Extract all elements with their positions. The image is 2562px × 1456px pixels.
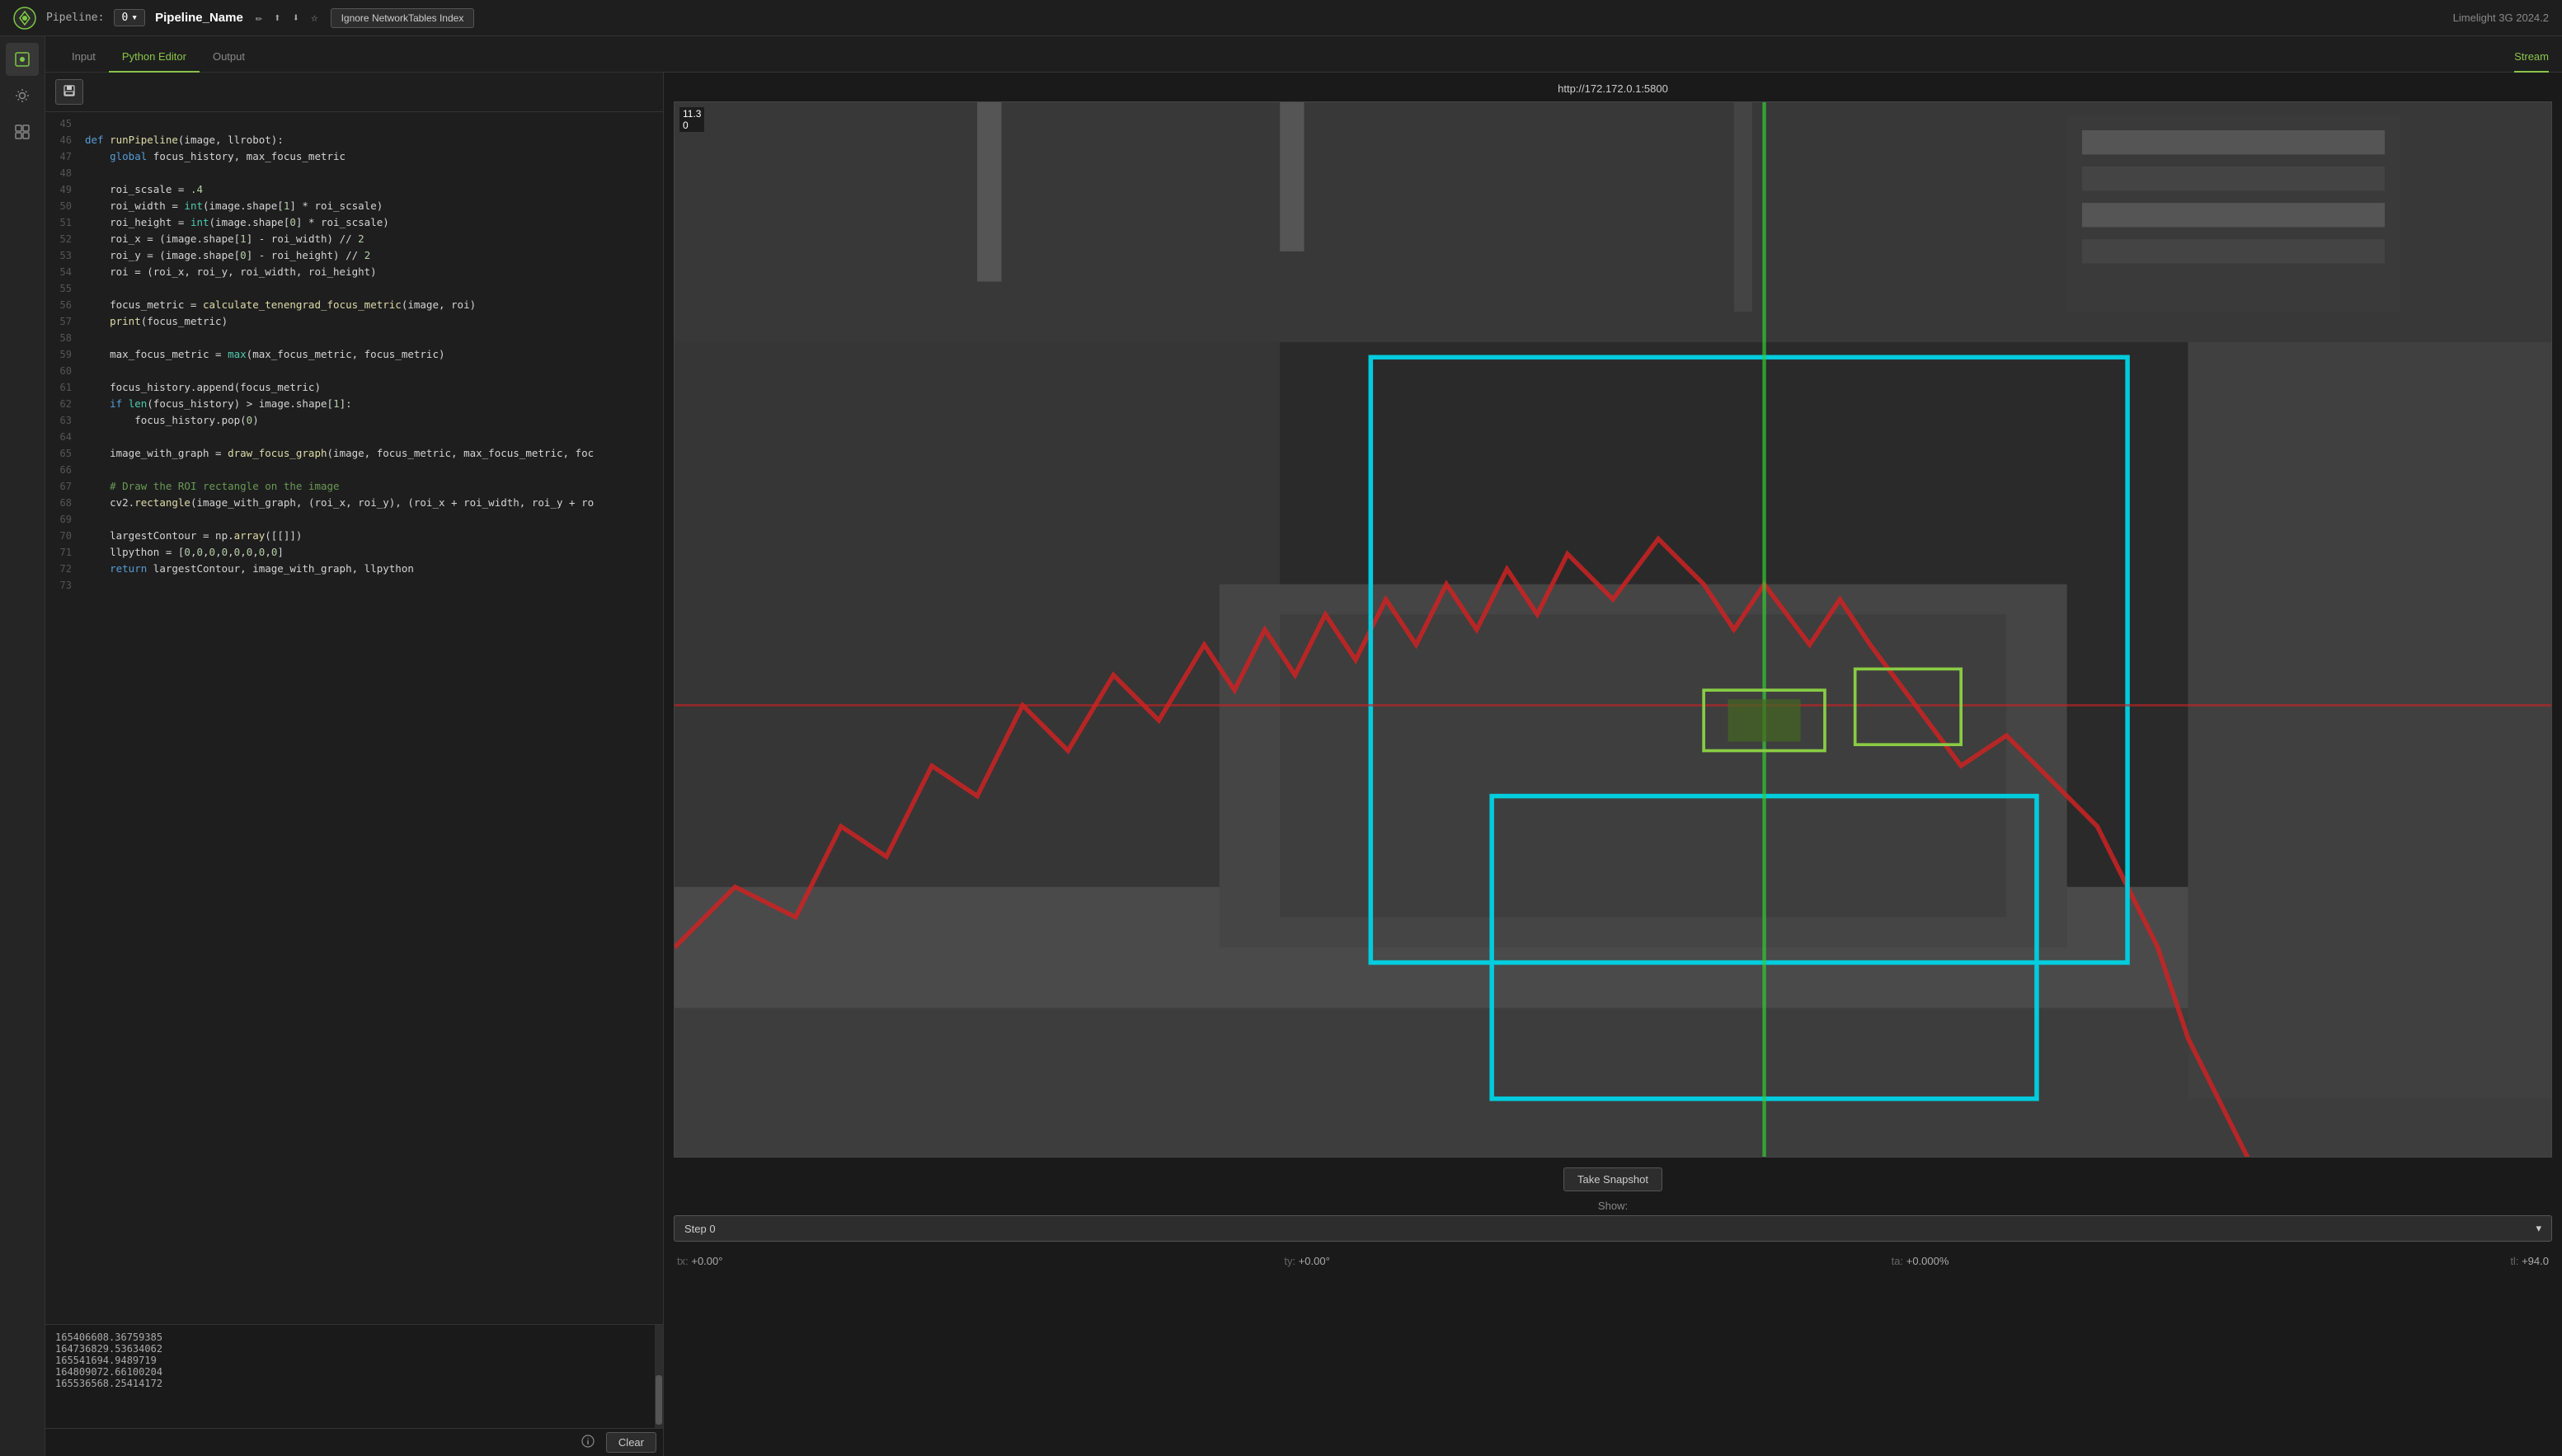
tab-input[interactable]: Input xyxy=(59,42,109,73)
code-line-50: 50 roi_width = int(image.shape[1] * roi_… xyxy=(45,198,663,214)
console-scroll-thumb[interactable] xyxy=(656,1375,662,1425)
main-content: Input Python Editor Output Stream 45 xyxy=(45,36,2562,1456)
info-icon xyxy=(581,1435,595,1448)
console-line-1: 165406608.36759385 xyxy=(55,1332,645,1343)
code-line-47: 47 global focus_history, max_focus_metri… xyxy=(45,148,663,165)
chevron-down-icon: ▾ xyxy=(131,12,138,24)
code-line-48: 48 xyxy=(45,165,663,181)
code-line-61: 61 focus_history.append(focus_metric) xyxy=(45,379,663,396)
gear-icon xyxy=(13,87,31,105)
console-info-button[interactable] xyxy=(576,1432,599,1453)
code-line-67: 67 # Draw the ROI rectangle on the image xyxy=(45,478,663,495)
content-area: 45 46 def runPipeline(image, llrobot): 4… xyxy=(45,73,2562,1456)
code-line-55: 55 xyxy=(45,280,663,297)
clear-console-button[interactable]: Clear xyxy=(606,1432,656,1453)
fps-sub-value: 0 xyxy=(683,120,689,131)
tab-python-editor[interactable]: Python Editor xyxy=(109,42,200,73)
code-line-73: 73 xyxy=(45,577,663,594)
code-line-64: 64 xyxy=(45,429,663,445)
code-line-71: 71 llpython = [0,0,0,0,0,0,0,0] xyxy=(45,544,663,561)
edit-icon[interactable]: ✏ xyxy=(253,9,265,27)
console-line-3: 165541694.9489719 xyxy=(55,1355,645,1366)
code-line-53: 53 roi_y = (image.shape[0] - roi_height)… xyxy=(45,247,663,264)
pipeline-num-value: 0 xyxy=(121,12,128,24)
pipeline-label: Pipeline: xyxy=(46,12,104,24)
code-line-49: 49 roi_scsale = .4 xyxy=(45,181,663,198)
code-line-66: 66 xyxy=(45,462,663,478)
metrics-row: tx: +0.00° ty: +0.00° ta: +0.000% tl: +9… xyxy=(674,1250,2552,1272)
stream-url: http://172.172.0.1:5800 xyxy=(674,82,2552,95)
code-line-69: 69 xyxy=(45,511,663,528)
console-output: 165406608.36759385 164736829.53634062 16… xyxy=(45,1325,655,1428)
metric-ta: ta: +0.000% xyxy=(1892,1255,1949,1267)
ignore-networktables-button[interactable]: Ignore NetworkTables Index xyxy=(331,8,475,28)
code-line-56: 56 focus_metric = calculate_tenengrad_fo… xyxy=(45,297,663,313)
fps-value: 11.3 xyxy=(683,108,701,120)
version-label: Limelight 3G 2024.2 xyxy=(2453,12,2549,24)
sidebar-item-settings[interactable] xyxy=(6,79,39,112)
code-line-60: 60 xyxy=(45,363,663,379)
console-line-4: 164809072.66100204 xyxy=(55,1366,645,1378)
vision-icon xyxy=(13,50,31,68)
sidebar xyxy=(0,36,45,1456)
code-line-51: 51 roi_height = int(image.shape[0] * roi… xyxy=(45,214,663,231)
pipeline-num-selector[interactable]: 0 ▾ xyxy=(114,9,145,26)
code-line-59: 59 max_focus_metric = max(max_focus_metr… xyxy=(45,346,663,363)
code-line-57: 57 print(focus_metric) xyxy=(45,313,663,330)
code-line-72: 72 return largestContour, image_with_gra… xyxy=(45,561,663,577)
logo-icon xyxy=(13,7,36,30)
pipeline-name: Pipeline_Name xyxy=(155,11,243,25)
camera-feed xyxy=(675,102,2551,1157)
console-line-5: 165536568.25414172 xyxy=(55,1378,645,1389)
code-line-58: 58 xyxy=(45,330,663,346)
camera-view: 11.3 0 xyxy=(674,101,2552,1158)
topbar: Pipeline: 0 ▾ Pipeline_Name ✏ ⬆ ⬇ ☆ Igno… xyxy=(0,0,2562,36)
code-editor[interactable]: 45 46 def runPipeline(image, llrobot): 4… xyxy=(45,112,663,1324)
save-icon xyxy=(63,84,76,97)
take-snapshot-button[interactable]: Take Snapshot xyxy=(1563,1167,1662,1191)
metric-tl: tl: +94.0 xyxy=(2510,1255,2549,1267)
code-line-54: 54 roi = (roi_x, roi_y, roi_width, roi_h… xyxy=(45,264,663,280)
step-selector[interactable]: Step 0 ▾ xyxy=(674,1215,2552,1242)
star-icon[interactable]: ☆ xyxy=(308,9,320,27)
chevron-down-icon-step: ▾ xyxy=(2536,1222,2541,1235)
code-line-70: 70 largestContour = np.array([[]]) xyxy=(45,528,663,544)
code-line-46: 46 def runPipeline(image, llrobot): xyxy=(45,132,663,148)
code-line-52: 52 roi_x = (image.shape[1] - roi_width) … xyxy=(45,231,663,247)
show-label: Show: xyxy=(674,1200,2552,1212)
code-line-45: 45 xyxy=(45,115,663,132)
download-icon[interactable]: ⬇ xyxy=(290,9,302,27)
code-line-68: 68 cv2.rectangle(image_with_graph, (roi_… xyxy=(45,495,663,511)
code-line-65: 65 image_with_graph = draw_focus_graph(i… xyxy=(45,445,663,462)
metric-tx: tx: +0.00° xyxy=(677,1255,722,1267)
metric-ty: ty: +0.00° xyxy=(1284,1255,1329,1267)
sidebar-item-vision[interactable] xyxy=(6,43,39,76)
step-select-value: Step 0 xyxy=(684,1223,716,1235)
console-scrollbar[interactable] xyxy=(655,1325,663,1428)
topbar-icons: ✏ ⬆ ⬇ ☆ xyxy=(253,9,321,27)
tab-output[interactable]: Output xyxy=(200,42,258,73)
upload-icon[interactable]: ⬆ xyxy=(271,9,283,27)
editor-panel: 45 46 def runPipeline(image, llrobot): 4… xyxy=(45,73,664,1456)
fps-badge: 11.3 0 xyxy=(679,107,704,132)
console-scroll-wrap: 165406608.36759385 164736829.53634062 16… xyxy=(45,1325,663,1428)
code-line-63: 63 focus_history.pop(0) xyxy=(45,412,663,429)
code-line-62: 62 if len(focus_history) > image.shape[1… xyxy=(45,396,663,412)
tab-stream[interactable]: Stream xyxy=(2514,42,2549,73)
layout-icon xyxy=(13,123,31,141)
console-area: 165406608.36759385 164736829.53634062 16… xyxy=(45,1324,663,1456)
sidebar-item-layout[interactable] xyxy=(6,115,39,148)
editor-toolbar xyxy=(45,73,663,112)
tab-bar: Input Python Editor Output Stream xyxy=(45,36,2562,73)
right-panel: http://172.172.0.1:5800 xyxy=(664,73,2562,1456)
console-footer: Clear xyxy=(45,1428,663,1456)
console-line-2: 164736829.53634062 xyxy=(55,1343,645,1355)
save-file-button[interactable] xyxy=(55,79,83,105)
